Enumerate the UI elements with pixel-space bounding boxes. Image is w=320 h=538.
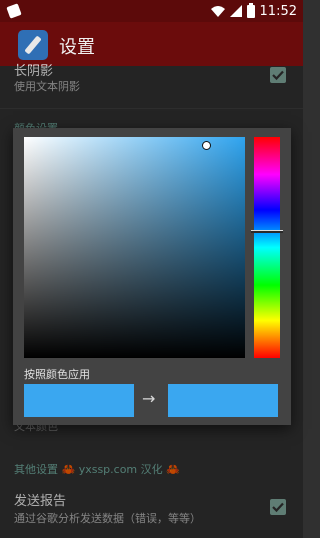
- wifi-icon: [210, 5, 225, 17]
- color-cursor[interactable]: [202, 141, 211, 150]
- battery-icon: [246, 2, 255, 18]
- saturation-value-panel[interactable]: [24, 137, 245, 358]
- app-logo-icon[interactable]: [18, 30, 48, 60]
- status-icons: 11:52: [210, 0, 297, 22]
- arrow-icon: →: [142, 389, 156, 408]
- color-picker-dialog: 按照颜色应用 →: [13, 128, 291, 425]
- apply-color-label: 按照颜色应用: [24, 368, 90, 381]
- notification-icon: [6, 3, 22, 19]
- hue-slider[interactable]: [254, 137, 280, 358]
- old-color-swatch[interactable]: [24, 384, 134, 417]
- signal-icon: [229, 5, 242, 17]
- page-title: 设置: [59, 37, 95, 58]
- status-bar: 11:52: [0, 0, 303, 22]
- status-time: 11:52: [259, 3, 297, 19]
- hue-slider-handle[interactable]: [251, 230, 283, 233]
- new-color-swatch[interactable]: [168, 384, 278, 417]
